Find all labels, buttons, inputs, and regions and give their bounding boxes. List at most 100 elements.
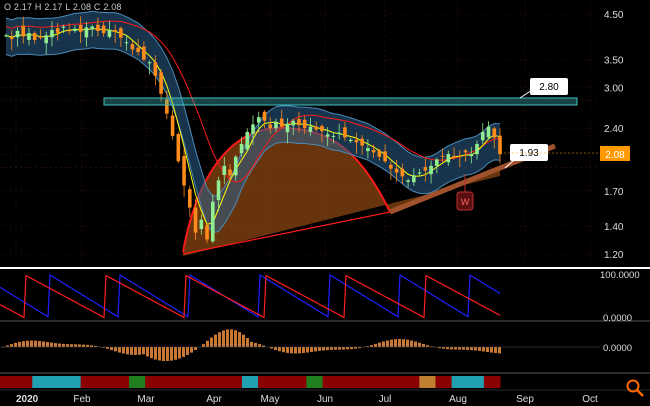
time-tick-3: Apr [206,394,222,405]
histogram-bar-70 [282,347,285,353]
time-tick-6: Jul [379,394,392,405]
histogram-bar-117 [470,347,473,351]
strip-segment-3 [48,376,66,388]
histogram-bar-44 [178,347,181,359]
histogram-bar-32 [130,347,133,355]
candle-body-75 [435,159,439,166]
resistance-label: 2.80 [539,82,559,93]
candle-body-38 [222,165,227,176]
histogram-bar-82 [330,347,333,350]
strip-segment-9 [145,376,162,388]
histogram-bar-8 [34,340,37,347]
histogram-bar-99 [398,339,401,347]
candle-body-21 [124,42,129,44]
strip-segment-18 [290,376,307,388]
candle-body-16 [96,24,100,31]
histogram-bar-34 [138,347,141,355]
histogram-bar-95 [382,341,385,347]
histogram-bar-72 [290,347,293,354]
candle-body-62 [360,138,364,146]
candle-body-11 [67,30,71,32]
histogram-bar-46 [186,347,189,355]
histogram-bar-101 [406,339,409,347]
candle-body-6 [38,36,43,38]
candle-body-46 [268,124,273,129]
candle-body-47 [274,122,278,129]
histogram-bar-88 [354,347,357,349]
histogram-bar-55 [222,330,225,347]
candle-body-3 [21,25,26,37]
candle-body-66 [383,151,387,162]
candle-body-73 [423,167,428,171]
candle-body-82 [475,143,479,155]
candle-body-25 [147,62,152,64]
candle-body-4 [27,33,31,40]
strip-segment-1 [16,376,33,388]
price-tick-9: 1.20 [604,250,624,261]
histogram-bar-92 [370,345,373,347]
strip-segment-17 [274,376,291,388]
histogram-bar-105 [422,343,425,347]
magnifier-icon[interactable] [625,378,645,398]
histogram-bar-122 [490,347,493,353]
candle-body-86 [498,135,502,155]
histogram-bar-27 [110,347,113,351]
strip-segment-16 [258,376,275,388]
histogram-bar-17 [70,344,73,347]
time-tick-4: May [261,394,280,405]
histogram-bar-16 [66,344,69,347]
histogram-bar-119 [478,347,481,351]
price-tick-4: 2.40 [604,124,624,135]
candle-body-50 [291,120,296,126]
histogram-bar-86 [346,347,349,350]
strip-segment-10 [161,376,178,388]
histogram-bar-31 [126,347,129,355]
histogram-bar-81 [326,347,329,351]
histogram-bar-78 [314,347,317,352]
strip-segment-15 [241,376,259,388]
candle-body-34 [199,219,204,230]
histogram-bar-35 [142,347,145,355]
histogram-bar-118 [474,347,477,351]
strip-segment-2 [32,376,49,388]
histogram-bar-62 [250,341,253,347]
histogram-bar-59 [238,332,241,347]
candle-body-81 [469,154,474,157]
candle-body-29 [170,115,175,136]
candle-body-39 [228,169,232,176]
histogram-bar-33 [134,347,137,355]
candle-body-60 [348,139,353,142]
strip-segment-12 [193,376,211,388]
histogram-bar-14 [58,343,61,347]
histogram-bar-13 [54,343,57,347]
candle-body-84 [486,126,491,138]
histogram-bar-10 [42,341,45,347]
candle-body-78 [452,155,456,158]
candle-body-59 [343,127,347,138]
histogram-bar-20 [82,344,85,347]
candle-body-18 [107,30,112,37]
candle-body-24 [142,46,146,60]
candle-body-23 [136,47,140,53]
candle-body-65 [377,150,382,157]
histogram-bar-3 [14,342,17,347]
candle-body-79 [457,155,462,157]
histogram-bar-52 [210,337,213,347]
histogram-bar-53 [214,334,217,347]
histogram-bar-77 [310,347,313,352]
histogram-bar-56 [226,329,229,347]
histogram-bar-69 [278,347,281,352]
price-tick-7: 1.70 [604,187,624,198]
histogram-bar-50 [202,344,205,347]
price-tick-2: 3.00 [604,84,624,95]
histogram-bar-98 [394,339,397,347]
histogram-bar-120 [482,347,485,352]
candle-body-15 [90,26,94,30]
candle-body-49 [285,123,290,133]
histogram-bar-114 [458,347,461,350]
candle-body-30 [176,134,181,162]
histogram-bar-83 [334,347,337,350]
strip-segment-8 [129,376,146,388]
candle-body-35 [205,225,209,240]
osc-top-label: 100.0000 [600,270,640,281]
